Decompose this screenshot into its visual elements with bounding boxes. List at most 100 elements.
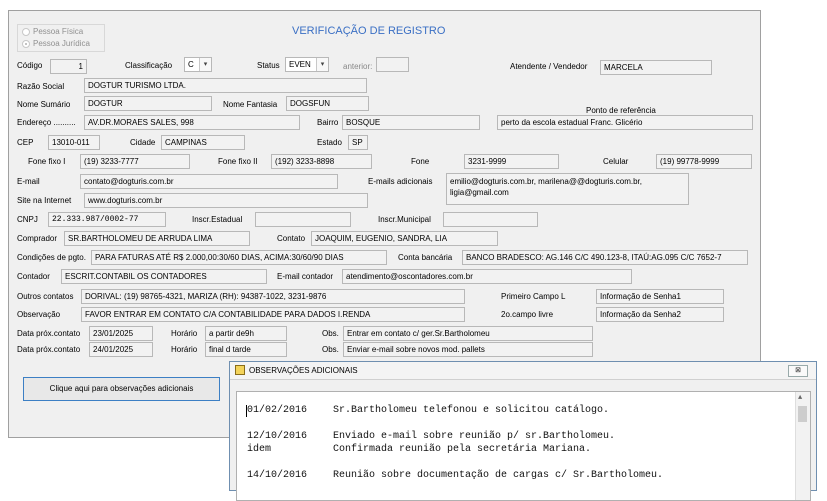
close-icon[interactable]: ⊠	[788, 365, 808, 377]
nome-sumario-label: Nome Sumário	[17, 100, 71, 109]
email-field[interactable]: contato@dogturis.com.br	[80, 174, 338, 189]
email-label: E-mail	[17, 177, 40, 186]
entry-text: Confirmada reunião pela secretária Maria…	[333, 444, 592, 455]
cnpj-field[interactable]: 22.333.987/0002-77	[48, 212, 166, 227]
condicoes-field[interactable]: PARA FATURAS ATÉ R$ 2.000,00:30/60 DIAS,…	[91, 250, 387, 265]
cep-field[interactable]: 13010-011	[48, 135, 100, 150]
site-field[interactable]: www.dogturis.com.br	[84, 193, 368, 208]
comprador-field[interactable]: SR.BARTHOLOMEU DE ARRUDA LIMA	[64, 231, 250, 246]
entry-text: Sr.Bartholomeu telefonou e solicitou cat…	[333, 405, 610, 416]
celular-label: Celular	[603, 157, 629, 166]
comprador-label: Comprador	[17, 234, 58, 243]
fone-field[interactable]: 3231-9999	[464, 154, 559, 169]
anterior-label: anterior:	[343, 62, 373, 71]
condicoes-label: Condições de pgto.	[17, 253, 86, 262]
estado-field[interactable]: SP	[348, 135, 368, 150]
horario-label-1: Horário	[171, 329, 198, 338]
fone1-field[interactable]: (19) 3233-7777	[80, 154, 190, 169]
entry-date: 14/10/2016	[247, 470, 308, 481]
inscr-estadual-field[interactable]	[255, 212, 351, 227]
radio-pessoa-juridica-label: Pessoa Jurídica	[33, 39, 90, 48]
bairro-label: Bairro	[317, 118, 339, 127]
fone1-label: Fone fixo I	[28, 157, 66, 166]
razao-label: Razão Social	[17, 82, 65, 91]
horario-field-1[interactable]: a partir de9h	[205, 326, 287, 341]
endereco-label: Endereço ..........	[17, 118, 76, 127]
estado-label: Estado	[317, 138, 342, 147]
entry-text: Reunião sobre documentação de cargas c/ …	[333, 470, 664, 481]
cidade-label: Cidade	[130, 138, 156, 147]
emails-adicionais-line1: emilio@dogturis.com.br, marilena@@dogtur…	[450, 177, 642, 186]
entry-date: 12/10/2016	[247, 431, 308, 442]
fone2-label: Fone fixo II	[218, 157, 258, 166]
radio-pessoa-fisica-label: Pessoa Física	[33, 27, 84, 36]
cidade-field[interactable]: CAMPINAS	[161, 135, 245, 150]
status-label: Status	[257, 61, 280, 70]
chevron-down-icon[interactable]: ▾	[199, 58, 211, 71]
person-type-group: Pessoa Física Pessoa Jurídica	[17, 24, 105, 52]
conta-bancaria-field[interactable]: BANCO BRADESCO: AG.146 C/C 490.123-8, IT…	[462, 250, 748, 265]
status-select[interactable]: EVEN ▾	[285, 57, 329, 72]
data-prox-field-1[interactable]: 23/01/2025	[89, 326, 153, 341]
page-title: VERIFICAÇÃO DE REGISTRO	[292, 25, 446, 37]
segundo-campo-label: 2o.campo livre	[501, 310, 554, 319]
entry-date: idem	[247, 444, 272, 455]
nome-fantasia-label: Nome Fantasia	[223, 100, 278, 109]
celular-field[interactable]: (19) 99778-9999	[656, 154, 752, 169]
anterior-field[interactable]	[376, 57, 409, 72]
classificacao-label: Classificação	[125, 61, 173, 70]
email-contador-field[interactable]: atendimento@oscontadores.com.br	[342, 269, 632, 284]
classificacao-select[interactable]: C ▾	[184, 57, 212, 72]
nome-fantasia-field[interactable]: DOGSFUN	[286, 96, 369, 111]
atendente-label: Atendente / Vendedor	[510, 62, 588, 71]
outros-contatos-field[interactable]: DORIVAL: (19) 98765-4321, MARIZA (RH): 9…	[81, 289, 465, 304]
fone-label: Fone	[411, 157, 430, 166]
inscr-municipal-field[interactable]	[443, 212, 538, 227]
segundo-campo-field[interactable]: Informação da Senha2	[596, 307, 724, 322]
primeiro-campo-label: Primeiro Campo L	[501, 292, 566, 301]
obs-label-2: Obs.	[322, 345, 339, 354]
outros-contatos-label: Outros contatos	[17, 292, 74, 301]
obs-field-1[interactable]: Entrar em contato c/ ger.Sr.Bartholomeu	[343, 326, 593, 341]
dialog-titlebar[interactable]: OBSERVAÇÕES ADICIONAIS ⊠	[230, 362, 816, 380]
cep-label: CEP	[17, 138, 34, 147]
endereco-field[interactable]: AV.DR.MORAES SALES, 998	[84, 115, 300, 130]
atendente-field[interactable]: MARCELA	[600, 60, 712, 75]
dialog-title: OBSERVAÇÕES ADICIONAIS	[249, 366, 358, 375]
observacoes-adicionais-button[interactable]: Clique aqui para observações adicionais	[23, 377, 220, 401]
chevron-down-icon[interactable]: ▾	[316, 58, 328, 71]
inscr-estadual-label: Inscr.Estadual	[192, 215, 243, 224]
obs-field-2[interactable]: Enviar e-mail sobre novos mod. pallets	[343, 342, 593, 357]
site-label: Site na Internet	[17, 196, 72, 205]
contato-field[interactable]: JOAQUIM, EUGENIO, SANDRA, LIA	[311, 231, 498, 246]
conta-bancaria-label: Conta bancária	[398, 253, 453, 262]
cnpj-label: CNPJ	[17, 215, 38, 224]
bairro-field[interactable]: BOSQUE	[342, 115, 480, 130]
data-prox-field-2[interactable]: 24/01/2025	[89, 342, 153, 357]
emails-adicionais-line2: ligia@gmail.com	[450, 188, 509, 197]
email-contador-label: E-mail contador	[277, 272, 334, 281]
emails-adicionais-field[interactable]: emilio@dogturis.com.br, marilena@@dogtur…	[446, 173, 689, 205]
horario-field-2[interactable]: final d tarde	[205, 342, 287, 357]
nome-sumario-field[interactable]: DOGTUR	[84, 96, 212, 111]
scroll-thumb[interactable]	[798, 406, 807, 422]
codigo-label: Código	[17, 61, 43, 70]
horario-label-2: Horário	[171, 345, 198, 354]
radio-pessoa-juridica[interactable]	[22, 40, 30, 48]
razao-field[interactable]: DOGTUR TURISMO LTDA.	[84, 78, 367, 93]
observacoes-textarea[interactable]: 01/02/2016 Sr.Bartholomeu telefonou e so…	[236, 391, 811, 501]
radio-pessoa-fisica[interactable]	[22, 28, 30, 36]
vertical-scrollbar[interactable]: ▲	[795, 392, 810, 500]
classificacao-value: C	[188, 60, 194, 69]
codigo-field[interactable]: 1	[50, 59, 87, 74]
data-prox-label-2: Data próx.contato	[17, 345, 81, 354]
primeiro-campo-field[interactable]: Informação de Senha1	[596, 289, 724, 304]
fone2-field[interactable]: (192) 3233-8898	[271, 154, 372, 169]
emails-adicionais-label: E-mails adicionais	[368, 177, 433, 186]
observacao-field[interactable]: FAVOR ENTRAR EM CONTATO C/A CONTABILIDAD…	[81, 307, 465, 322]
scroll-up-icon[interactable]: ▲	[798, 394, 802, 402]
ponto-ref-field[interactable]: perto da escola estadual Franc. Glicério	[497, 115, 753, 130]
contador-label: Contador	[17, 272, 50, 281]
contador-field[interactable]: ESCRIT.CONTABIL OS CONTADORES	[61, 269, 267, 284]
obs-label-1: Obs.	[322, 329, 339, 338]
